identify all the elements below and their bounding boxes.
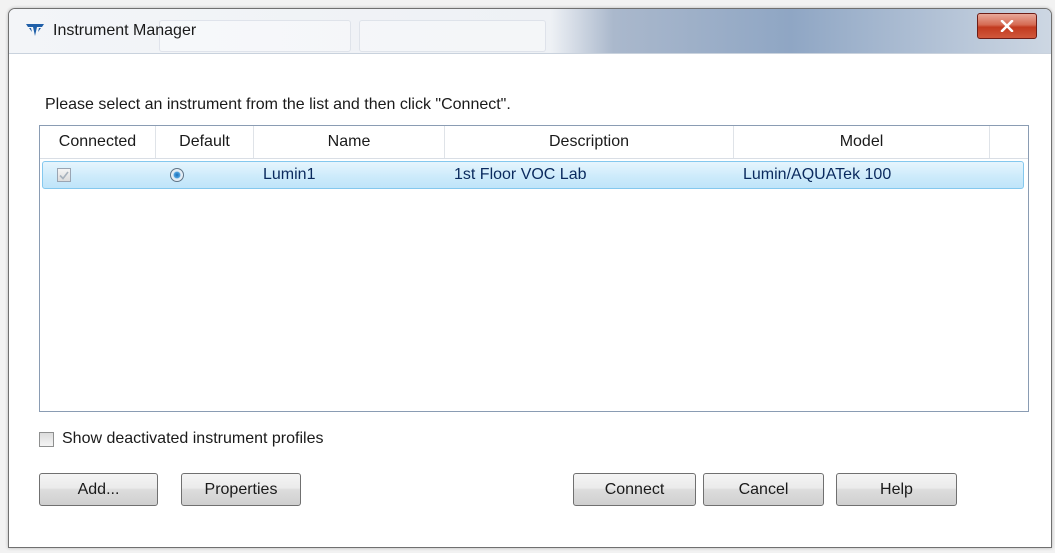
- column-header-default[interactable]: Default: [156, 126, 254, 158]
- instrument-manager-dialog: Instrument Manager Please select an inst…: [8, 8, 1052, 548]
- column-header-description[interactable]: Description: [445, 126, 734, 158]
- teledyne-logo-icon: [26, 24, 44, 36]
- column-header-filler: [990, 126, 1028, 158]
- properties-button[interactable]: Properties: [181, 473, 301, 506]
- instruction-text: Please select an instrument from the lis…: [45, 96, 511, 113]
- instrument-list[interactable]: Connected Default Name Description Model: [39, 125, 1029, 412]
- show-deactivated-option[interactable]: Show deactivated instrument profiles: [39, 430, 323, 448]
- connected-cell: [57, 162, 71, 188]
- column-header-model[interactable]: Model: [734, 126, 990, 158]
- table-row[interactable]: Lumin1 1st Floor VOC Lab Lumin/AQUATek 1…: [42, 161, 1024, 189]
- connected-checkbox: [57, 168, 71, 182]
- show-deactivated-checkbox[interactable]: [39, 431, 54, 447]
- description-cell: 1st Floor VOC Lab: [454, 166, 587, 183]
- column-header-connected[interactable]: Connected: [40, 126, 156, 158]
- show-deactivated-label: Show deactivated instrument profiles: [62, 430, 324, 447]
- close-icon: [1000, 20, 1014, 32]
- default-cell: [170, 162, 184, 188]
- list-header: Connected Default Name Description Model: [40, 126, 1028, 159]
- name-cell: Lumin1: [263, 166, 316, 183]
- background-window-ghost: [359, 20, 546, 52]
- radio-selected-icon[interactable]: [170, 168, 184, 182]
- help-button[interactable]: Help: [836, 473, 957, 506]
- title-bar[interactable]: Instrument Manager: [9, 9, 1051, 54]
- dialog-body: Please select an instrument from the lis…: [9, 54, 1051, 547]
- close-button[interactable]: [977, 13, 1037, 39]
- model-cell: Lumin/AQUATek 100: [743, 166, 892, 183]
- add-button[interactable]: Add...: [39, 473, 158, 506]
- checkmark-icon: [59, 171, 69, 180]
- connect-button[interactable]: Connect: [573, 473, 696, 506]
- window-title: Instrument Manager: [53, 22, 197, 39]
- column-header-name[interactable]: Name: [254, 126, 445, 158]
- cancel-button[interactable]: Cancel: [703, 473, 824, 506]
